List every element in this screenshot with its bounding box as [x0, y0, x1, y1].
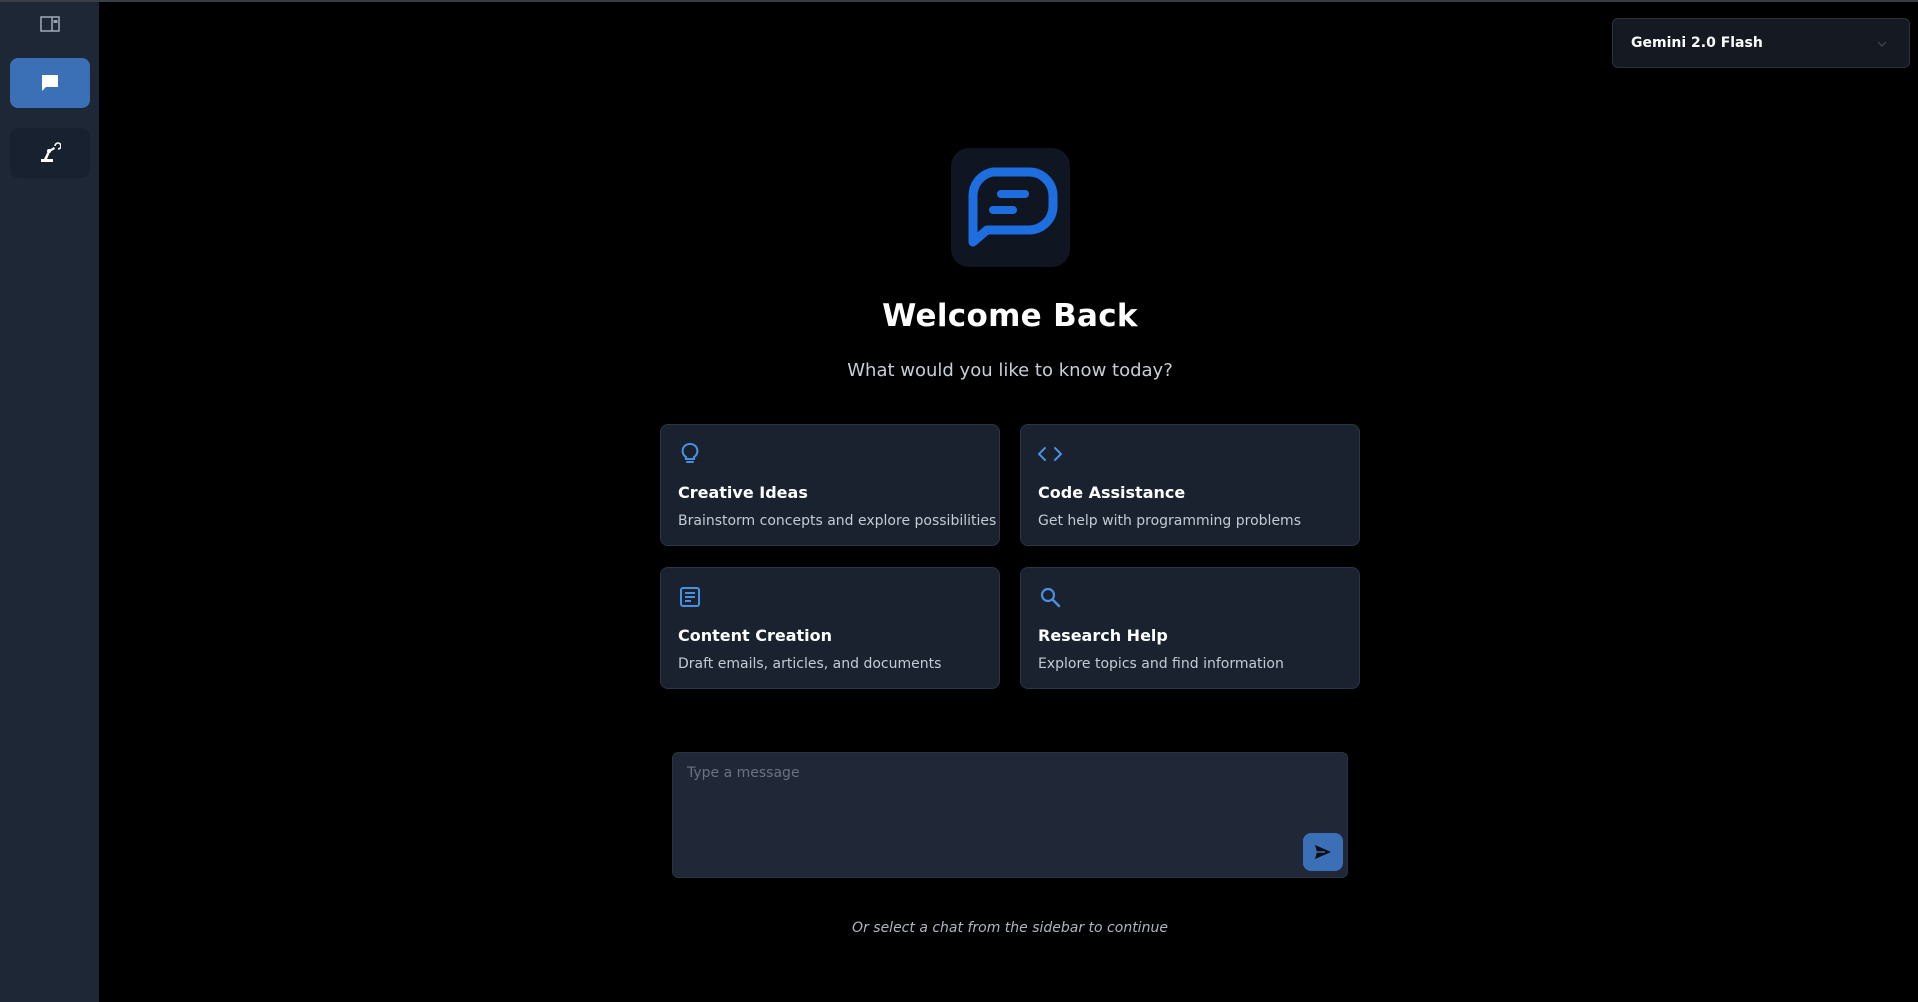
- search-icon: [1037, 584, 1063, 610]
- card-title: Content Creation: [678, 626, 833, 645]
- card-description: Explore topics and find information: [1038, 656, 1284, 672]
- welcome-title: Welcome Back: [882, 298, 1138, 334]
- sidebar-panel-icon: [40, 16, 60, 32]
- suggestion-card-content-creation[interactable]: Content Creation Draft emails, articles,…: [660, 567, 1000, 689]
- chevron-down-icon: [1877, 41, 1887, 48]
- card-title: Code Assistance: [1038, 483, 1186, 502]
- app-logo: [951, 148, 1070, 267]
- card-description: Get help with programming problems: [1038, 513, 1301, 529]
- lightbulb-icon: [677, 441, 703, 467]
- send-icon: [1315, 845, 1331, 859]
- sidebar: [0, 2, 99, 1002]
- sidebar-chat-button[interactable]: [10, 58, 90, 108]
- welcome-subtitle: What would you like to know today?: [847, 360, 1173, 381]
- chat-bubble-logo-icon: [967, 167, 1057, 246]
- send-button[interactable]: [1303, 833, 1343, 871]
- chat-icon: [42, 75, 58, 91]
- suggestion-card-research-help[interactable]: Research Help Explore topics and find in…: [1020, 567, 1360, 689]
- suggestion-card-creative-ideas[interactable]: Creative Ideas Brainstorm concepts and e…: [660, 424, 1000, 546]
- suggestion-card-code-assistance[interactable]: Code Assistance Get help with programmin…: [1020, 424, 1360, 546]
- model-selector-value: Gemini 2.0 Flash: [1631, 35, 1763, 51]
- card-description: Draft emails, articles, and documents: [678, 656, 942, 672]
- sidebar-toggle-button[interactable]: [38, 14, 62, 34]
- document-icon: [677, 584, 703, 610]
- window-top-border: [0, 0, 1918, 2]
- model-selector-dropdown[interactable]: Gemini 2.0 Flash: [1612, 18, 1910, 68]
- sidebar-agents-button[interactable]: [10, 128, 90, 178]
- card-description: Brainstorm concepts and explore possibil…: [678, 513, 997, 529]
- sidebar-hint-text: Or select a chat from the sidebar to con…: [852, 920, 1168, 936]
- message-input[interactable]: [685, 763, 1269, 857]
- message-composer: [672, 752, 1348, 878]
- card-title: Research Help: [1038, 626, 1168, 645]
- card-title: Creative Ideas: [678, 483, 808, 502]
- robot-arm-icon: [41, 142, 61, 162]
- code-icon: [1037, 441, 1063, 467]
